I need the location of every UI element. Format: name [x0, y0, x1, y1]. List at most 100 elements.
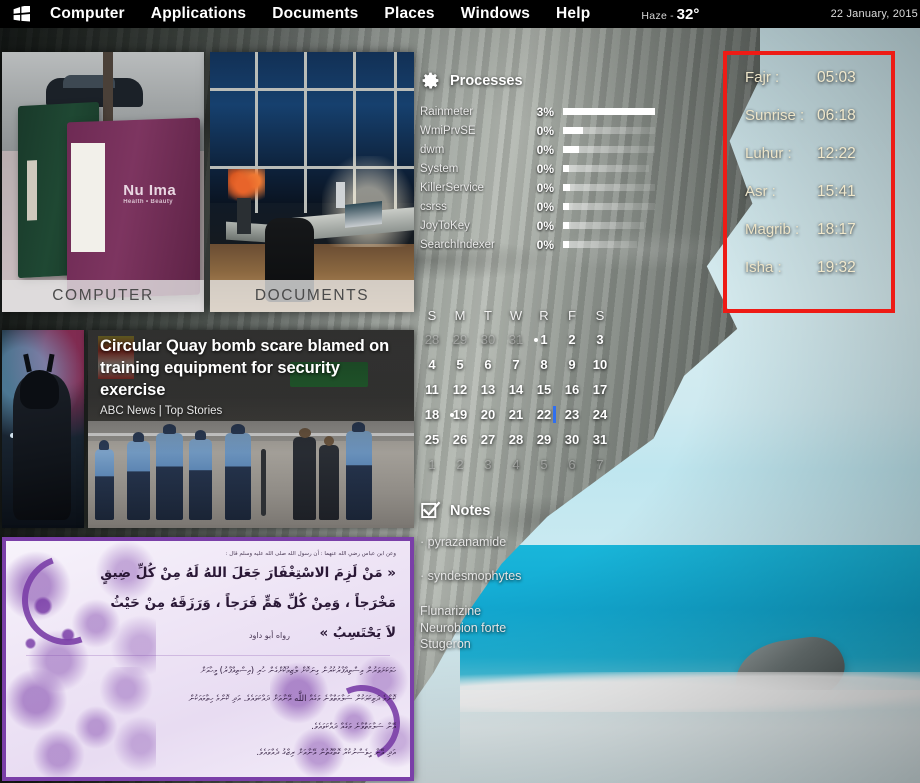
calendar-day[interactable]: 3 [474, 452, 502, 477]
prayer-time-row: Fajr : 05:03 [727, 69, 891, 107]
calendar-weekday: T [484, 308, 492, 323]
menu-item-computer[interactable]: Computer [42, 0, 138, 28]
process-cpu-percent: 0% [536, 161, 554, 176]
calendar-day[interactable]: 17 [586, 377, 614, 402]
calendar-day[interactable]: 23 [558, 402, 586, 427]
menu-item-places[interactable]: Places [371, 0, 447, 28]
calendar-day-grid[interactable]: 28 29 30 31 1 2 3 4 5 6 7 8 9 10 11 12 13 14 15 16 17 18 19 20 2… [418, 327, 614, 477]
news-story[interactable]: Circular Quay bomb scare blamed on train… [88, 330, 414, 528]
note-plain-lines[interactable]: Flunarizine Neurobion forte Stugeron [420, 603, 670, 653]
menu-item-documents[interactable]: Documents [259, 0, 371, 28]
calendar-day[interactable]: 28 [502, 427, 530, 452]
calendar-day[interactable]: 29 [446, 327, 474, 352]
prayer-time: 06:18 [817, 107, 856, 124]
notes-widget[interactable]: Notes · pyrazanamide · syndesmophytes Flun… [420, 500, 670, 653]
news-photo-police-officer [94, 439, 115, 521]
news-photo-police-officer [127, 431, 150, 521]
note-bullet-item[interactable]: · syndesmophytes [420, 569, 670, 583]
process-row: Rainmeter 3% [420, 102, 655, 121]
calendar-day[interactable]: 7 [502, 352, 530, 377]
calendar-day[interactable]: 25 [418, 427, 446, 452]
prayer-time: 05:03 [817, 69, 856, 86]
hadith-card[interactable]: وعن ابن عباس رضي الله عنهما : أن رسول ال… [2, 537, 414, 781]
calendar-day[interactable]: 20 [474, 402, 502, 427]
process-cpu-percent: 0% [536, 199, 554, 214]
calendar-day[interactable]: 29 [530, 427, 558, 452]
news-headline[interactable]: Circular Quay bomb scare blamed on train… [100, 336, 400, 402]
menu-item-help[interactable]: Help [543, 0, 603, 28]
calendar-day[interactable]: 10 [586, 352, 614, 377]
calendar-day[interactable]: 19 [446, 402, 474, 427]
dhivehi-line-2: ކޮންމެ ދަތިކަމަކުން ސަލާމަތްވާނެ މަގެއް … [188, 694, 396, 704]
dhivehi-line-4: އަދި އޭނާ ހީވެސްނުކުރާ ގޮތްގޮތުން އޭނާއަ… [256, 748, 396, 758]
calendar-day[interactable]: 6 [474, 352, 502, 377]
weather-indicator[interactable]: Haze - 32° [641, 6, 699, 23]
calendar-day[interactable]: 1 [418, 452, 446, 477]
calendar-event-dot [450, 412, 454, 417]
process-cpu-percent: 0% [536, 142, 554, 157]
note-bullet-item[interactable]: · pyrazanamide [420, 535, 670, 549]
notes-body[interactable]: · pyrazanamide · syndesmophytes Flunarizin… [420, 535, 670, 653]
process-row: System 0% [420, 159, 655, 178]
calendar-day[interactable]: 3 [586, 327, 614, 352]
news-hero-image[interactable] [2, 330, 84, 528]
menubar-date[interactable]: 22 January, 2015 [831, 0, 918, 28]
calendar-day[interactable]: 5 [446, 352, 474, 377]
calendar-weekday: W [509, 308, 523, 323]
calendar-day[interactable]: 6 [558, 452, 586, 477]
process-name: System [420, 162, 459, 175]
calendar-day[interactable]: 1 [530, 327, 558, 352]
calendar-day[interactable]: 2 [446, 452, 474, 477]
calendar-day[interactable]: 2 [558, 327, 586, 352]
prayer-times-widget[interactable]: Fajr : 05:03 Sunrise : 06:18 Luhur : 12:22 Asr… [723, 51, 895, 313]
menu-item-windows[interactable]: Windows [448, 0, 543, 28]
calendar-day-today[interactable]: 22 [530, 402, 558, 427]
tile-documents[interactable]: DOCUMENTS [210, 52, 414, 312]
calendar-day[interactable]: 11 [418, 377, 446, 402]
calendar-day[interactable]: 31 [502, 327, 530, 352]
checkbox-checked-icon [420, 500, 441, 521]
calendar-day[interactable]: 16 [558, 377, 586, 402]
processes-header: Processes [420, 70, 655, 91]
calendar-day[interactable]: 8 [530, 352, 558, 377]
calendar-day[interactable]: 27 [474, 427, 502, 452]
news-source: ABC News | Top Stories [100, 404, 223, 417]
calendar-day[interactable]: 7 [586, 452, 614, 477]
calendar-day[interactable]: 30 [474, 327, 502, 352]
calendar-day[interactable]: 18 [418, 402, 446, 427]
calendar-day[interactable]: 24 [586, 402, 614, 427]
process-bar-trail [563, 241, 637, 248]
prayer-time: 19:32 [817, 259, 856, 276]
prayer-time: 12:22 [817, 145, 856, 162]
news-widget[interactable]: Circular Quay bomb scare blamed on train… [2, 330, 414, 528]
windows-logo-icon[interactable] [0, 5, 42, 23]
calendar-day[interactable]: 5 [530, 452, 558, 477]
calendar-day[interactable]: 26 [446, 427, 474, 452]
hadith-arabic-line-2: مَخْرَجاً ، وَمِنْ كُلِّ هَمٍّ فَرَجاً ،… [110, 595, 396, 611]
photo-window-transom [210, 88, 414, 92]
calendar-day[interactable]: 12 [446, 377, 474, 402]
note-line-item: Flunarizine [420, 604, 482, 618]
calendar-day[interactable]: 31 [586, 427, 614, 452]
calendar-widget[interactable]: SMTWRFS 28 29 30 31 1 2 3 4 5 6 7 8 9 10 11 12 13 14 15 16 1… [418, 305, 614, 477]
note-line-item: Neurobion forte [420, 620, 507, 635]
calendar-day[interactable]: 28 [418, 327, 446, 352]
calendar-weekday: M [454, 308, 466, 323]
desktop-root: Computer Applications Documents Places W… [0, 0, 920, 783]
menu-item-applications[interactable]: Applications [138, 0, 259, 28]
tile-computer[interactable]: Nu Ima Health • Beauty COMPUTER [2, 52, 204, 312]
calendar-day[interactable]: 15 [530, 377, 558, 402]
calendar-event-dot [534, 337, 538, 342]
photo-vase [236, 197, 251, 234]
calendar-day[interactable]: 4 [418, 352, 446, 377]
process-name: Rainmeter [420, 105, 474, 118]
calendar-day[interactable]: 4 [502, 452, 530, 477]
hadith-narrator: رواه أبو داود [248, 631, 290, 640]
weather-separator: - [670, 9, 674, 22]
calendar-day[interactable]: 13 [474, 377, 502, 402]
calendar-day[interactable]: 14 [502, 377, 530, 402]
process-bar-fill [563, 165, 570, 172]
calendar-day[interactable]: 30 [558, 427, 586, 452]
calendar-day[interactable]: 21 [502, 402, 530, 427]
calendar-day[interactable]: 9 [558, 352, 586, 377]
